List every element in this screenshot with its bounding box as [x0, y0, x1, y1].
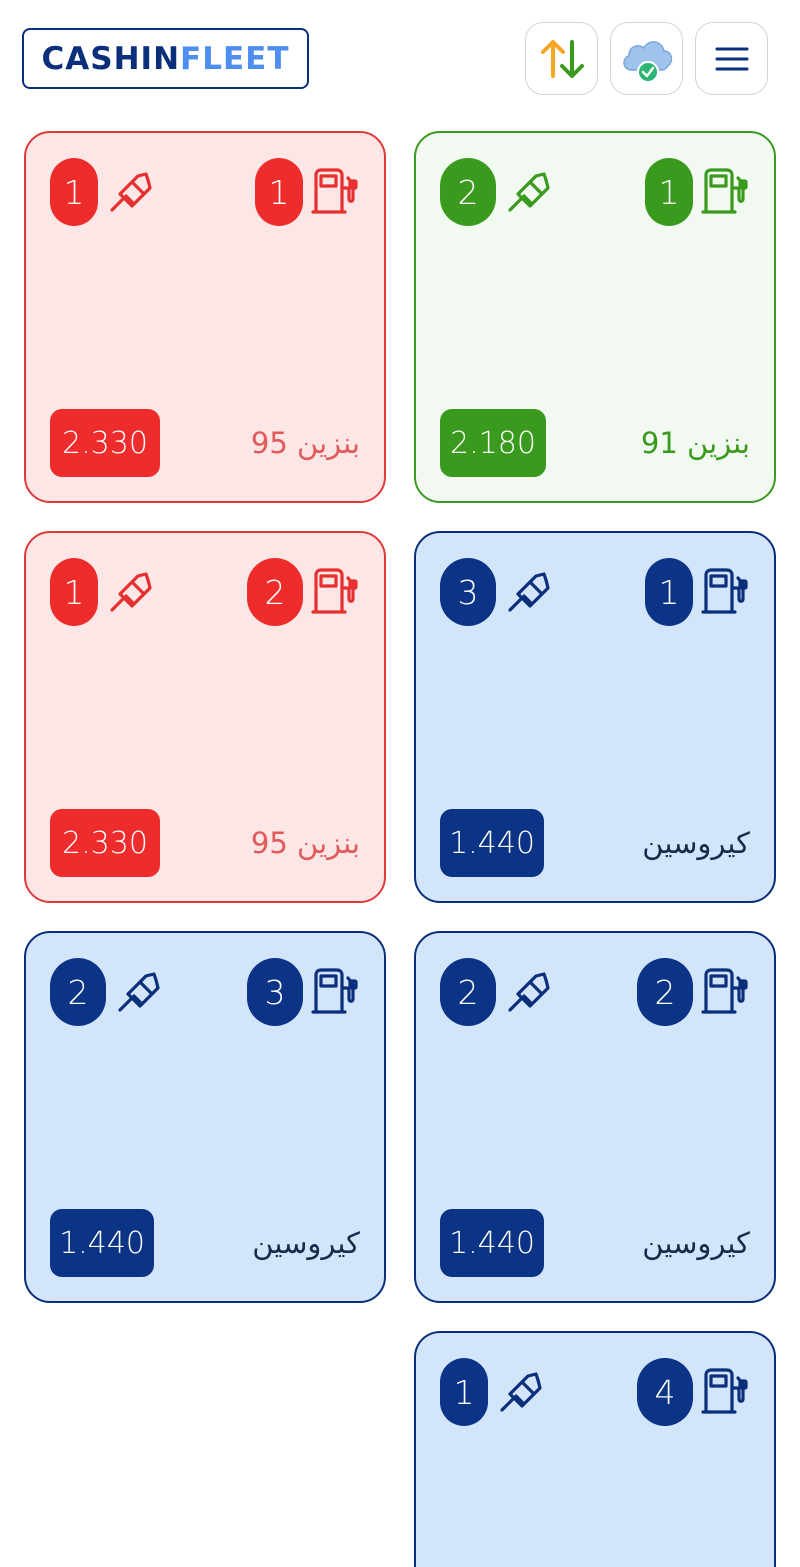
- pump-grid: 2 1 2.180 بنزين 91 1 1 2.330 بنزين 95 3 …: [0, 0, 800, 1567]
- fuel-pump-icon: [700, 566, 752, 618]
- fuel-pump-icon: [700, 966, 752, 1018]
- fuel-nozzle-icon: [104, 166, 156, 218]
- pump-card[interactable]: 1 1 2.330 بنزين 95: [24, 131, 386, 503]
- nozzle-number-badge: 1: [440, 1358, 488, 1426]
- price-badge: 2.330: [50, 409, 160, 477]
- price-badge: 1.440: [440, 809, 544, 877]
- pump-number-badge: 2: [247, 558, 303, 626]
- pump-number-badge: 1: [255, 158, 303, 226]
- nozzle-number-badge: 3: [440, 558, 496, 626]
- nozzle-number-badge: 2: [440, 158, 496, 226]
- fuel-nozzle-icon: [502, 966, 554, 1018]
- price-badge: 1.440: [440, 1209, 544, 1277]
- pump-number-badge: 1: [645, 158, 693, 226]
- fuel-pump-icon: [700, 1366, 752, 1418]
- fuel-nozzle-icon: [494, 1366, 546, 1418]
- fuel-type-label: بنزين 91: [640, 426, 750, 460]
- price-badge: 2.330: [50, 809, 160, 877]
- fuel-type-label: بنزين 95: [250, 826, 360, 860]
- fuel-pump-icon: [310, 166, 362, 218]
- fuel-type-label: كيروسين: [642, 826, 750, 860]
- pump-number-badge: 2: [637, 958, 693, 1026]
- pump-number-badge: 3: [247, 958, 303, 1026]
- pump-number-badge: 4: [637, 1358, 693, 1426]
- fuel-nozzle-icon: [502, 166, 554, 218]
- fuel-pump-icon: [700, 166, 752, 218]
- fuel-pump-icon: [310, 966, 362, 1018]
- fuel-pump-icon: [310, 566, 362, 618]
- fuel-nozzle-icon: [502, 566, 554, 618]
- fuel-type-label: كيروسين: [642, 1226, 750, 1260]
- pump-card[interactable]: 1 2 2.330 بنزين 95: [24, 531, 386, 903]
- fuel-nozzle-icon: [104, 566, 156, 618]
- nozzle-number-badge: 2: [440, 958, 496, 1026]
- pump-number-badge: 1: [645, 558, 693, 626]
- nozzle-number-badge: 1: [50, 158, 98, 226]
- pump-card[interactable]: 2 2 1.440 كيروسين: [414, 931, 776, 1303]
- nozzle-number-badge: 2: [50, 958, 106, 1026]
- pump-card[interactable]: 1 4: [414, 1331, 776, 1567]
- fuel-nozzle-icon: [112, 966, 164, 1018]
- pump-card[interactable]: 3 1 1.440 كيروسين: [414, 531, 776, 903]
- fuel-type-label: كيروسين: [252, 1226, 360, 1260]
- nozzle-number-badge: 1: [50, 558, 98, 626]
- price-badge: 2.180: [440, 409, 546, 477]
- fuel-type-label: بنزين 95: [250, 426, 360, 460]
- price-badge: 1.440: [50, 1209, 154, 1277]
- pump-card[interactable]: 2 1 2.180 بنزين 91: [414, 131, 776, 503]
- pump-card[interactable]: 2 3 1.440 كيروسين: [24, 931, 386, 1303]
